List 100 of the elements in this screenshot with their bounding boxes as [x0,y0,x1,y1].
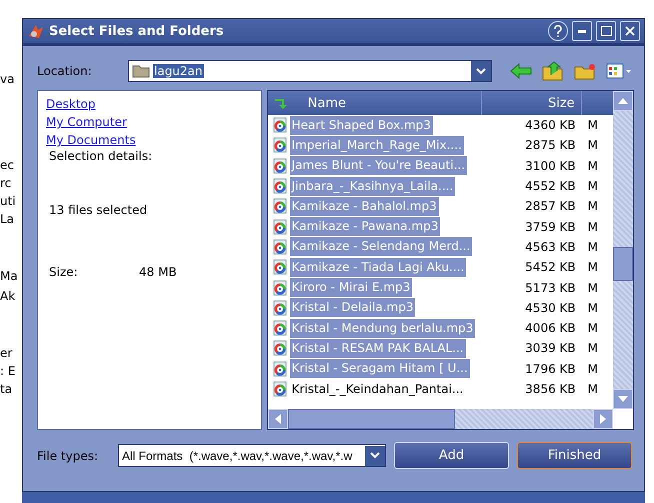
file-name[interactable]: Kiroro - Mirai E.mp3 [290,278,412,298]
scroll-up-button[interactable] [613,91,633,111]
file-name[interactable]: Kamikaze - Tiada Lagi Aku.... [290,258,466,277]
back-arrow-icon[interactable] [510,63,532,79]
scroll-right-button[interactable] [593,409,613,429]
file-size: 4563 KB [524,240,577,254]
file-size: 3039 KB [524,341,577,356]
audio-file-icon [272,117,288,134]
scroll-down-button[interactable] [613,389,633,409]
folder-icon [132,64,150,78]
size-label: Size: [49,265,79,279]
audio-file-icon [272,259,288,276]
audio-file-icon [272,198,288,214]
audio-file-icon [272,360,288,377]
file-name[interactable]: Kristal - RESAM PAK BALAL... [290,338,466,358]
file-name[interactable]: Jinbara_-_Kasihnya_Laila.... [290,176,456,196]
file-name[interactable]: Kristal_-_Keindahan_Pantai... [290,380,466,398]
help-button[interactable] [548,21,568,41]
background-text: Ak [0,289,16,303]
file-size: 5452 KB [524,260,577,274]
place-link[interactable]: My Documents [46,131,253,149]
selected-count: 13 files selected [49,203,148,217]
right-arrow-icon [599,414,607,424]
new-folder-icon[interactable] [574,62,596,80]
location-label: Location: [37,64,93,78]
location-field[interactable]: lagu2an [128,60,492,82]
up-arrow-icon [618,97,628,105]
name-column-header[interactable]: Name [268,91,482,115]
folder-up-icon[interactable] [542,61,564,81]
file-type: M [586,341,598,356]
file-name[interactable]: Kamikaze - Pawana.mp3 [290,217,440,236]
file-name[interactable]: James Blunt - You're Beauti... [290,156,468,176]
maximize-button[interactable] [596,21,616,41]
audio-file-icon [272,158,288,174]
dropdown-button[interactable] [365,446,385,466]
background-text: ta [0,382,14,396]
file-name[interactable]: Kristal - Delaila.mp3 [290,298,416,318]
dialog-button[interactable]: Finished [517,442,632,469]
file-size: 3100 KB [524,158,577,173]
file-types-label: File types: [37,448,99,462]
file-name[interactable]: Kamikaze - Selendang Merd... [290,237,472,256]
minimize-icon [578,30,586,32]
horizontal-scrollbar[interactable] [268,409,613,429]
scrollbar-thumb[interactable] [288,409,455,429]
file-type: M [586,260,598,274]
chevron-icon [476,68,486,74]
file-size: 2857 KB [524,199,577,214]
file-size: 5173 KB [524,280,577,295]
file-type: M [586,199,598,214]
audio-file-icon [272,238,288,255]
scroll-left-button[interactable] [268,409,288,429]
view-menu-icon[interactable] [606,63,632,79]
background-text: ec [0,158,15,172]
close-icon [625,26,635,36]
minimize-button[interactable] [572,21,592,41]
audio-file-icon [272,320,288,336]
file-type: M [586,240,598,254]
file-size: 3759 KB [524,220,577,234]
chevron-icon [370,452,380,459]
dropdown-button[interactable] [471,61,491,81]
file-name[interactable]: Kamikaze - Bahalol.mp3 [290,196,439,216]
maximize-icon [600,26,612,36]
audio-file-icon [272,178,288,194]
file-size: 4530 KB [524,300,577,315]
file-size: 4552 KB [524,179,577,194]
audio-file-icon [272,340,288,356]
background-text: uti [0,194,17,208]
place-link[interactable]: My Computer [46,113,253,131]
size-value: 48 MB [139,265,177,279]
file-types-dropdown[interactable]: All Formats (*.wave,*.wav,*.wave,*.wav,*.w [118,444,386,467]
file-size: 4006 KB [524,321,577,336]
file-type: M [586,138,598,152]
file-type: M [586,158,598,173]
audio-file-icon [272,218,288,235]
file-type: M [586,220,598,234]
dialog-button[interactable]: Add [394,442,509,469]
file-name[interactable]: Heart Shaped Box.mp3 [290,116,433,135]
audio-file-icon [272,137,288,154]
background-text: Ma [0,269,19,283]
file-size: 2875 KB [524,138,577,152]
vertical-scrollbar[interactable] [613,91,633,409]
audio-file-icon [272,381,288,397]
file-size: 4360 KB [524,118,577,132]
file-name[interactable]: Kristal - Seragam Hitam [ U... [290,359,470,378]
down-arrow-icon [618,395,628,403]
window-title: Select Files and Folders [49,24,225,38]
help-icon [553,25,563,37]
file-name[interactable]: Kristal - Mendung berlalu.mp3 [290,318,476,338]
place-link[interactable]: Desktop [46,95,253,113]
scrollbar-thumb[interactable] [613,247,633,281]
background-text: er [0,346,14,360]
size-column-header[interactable]: Size [482,91,582,115]
file-size: 3856 KB [524,382,577,396]
file-type: M [586,179,598,194]
background-text: : E [0,364,16,378]
file-name[interactable]: Imperial_March_Rage_Mix.... [290,136,464,155]
file-type: M [586,362,598,376]
close-button[interactable] [620,21,640,41]
background-text: La [0,212,16,226]
sort-arrow-icon [274,96,290,110]
